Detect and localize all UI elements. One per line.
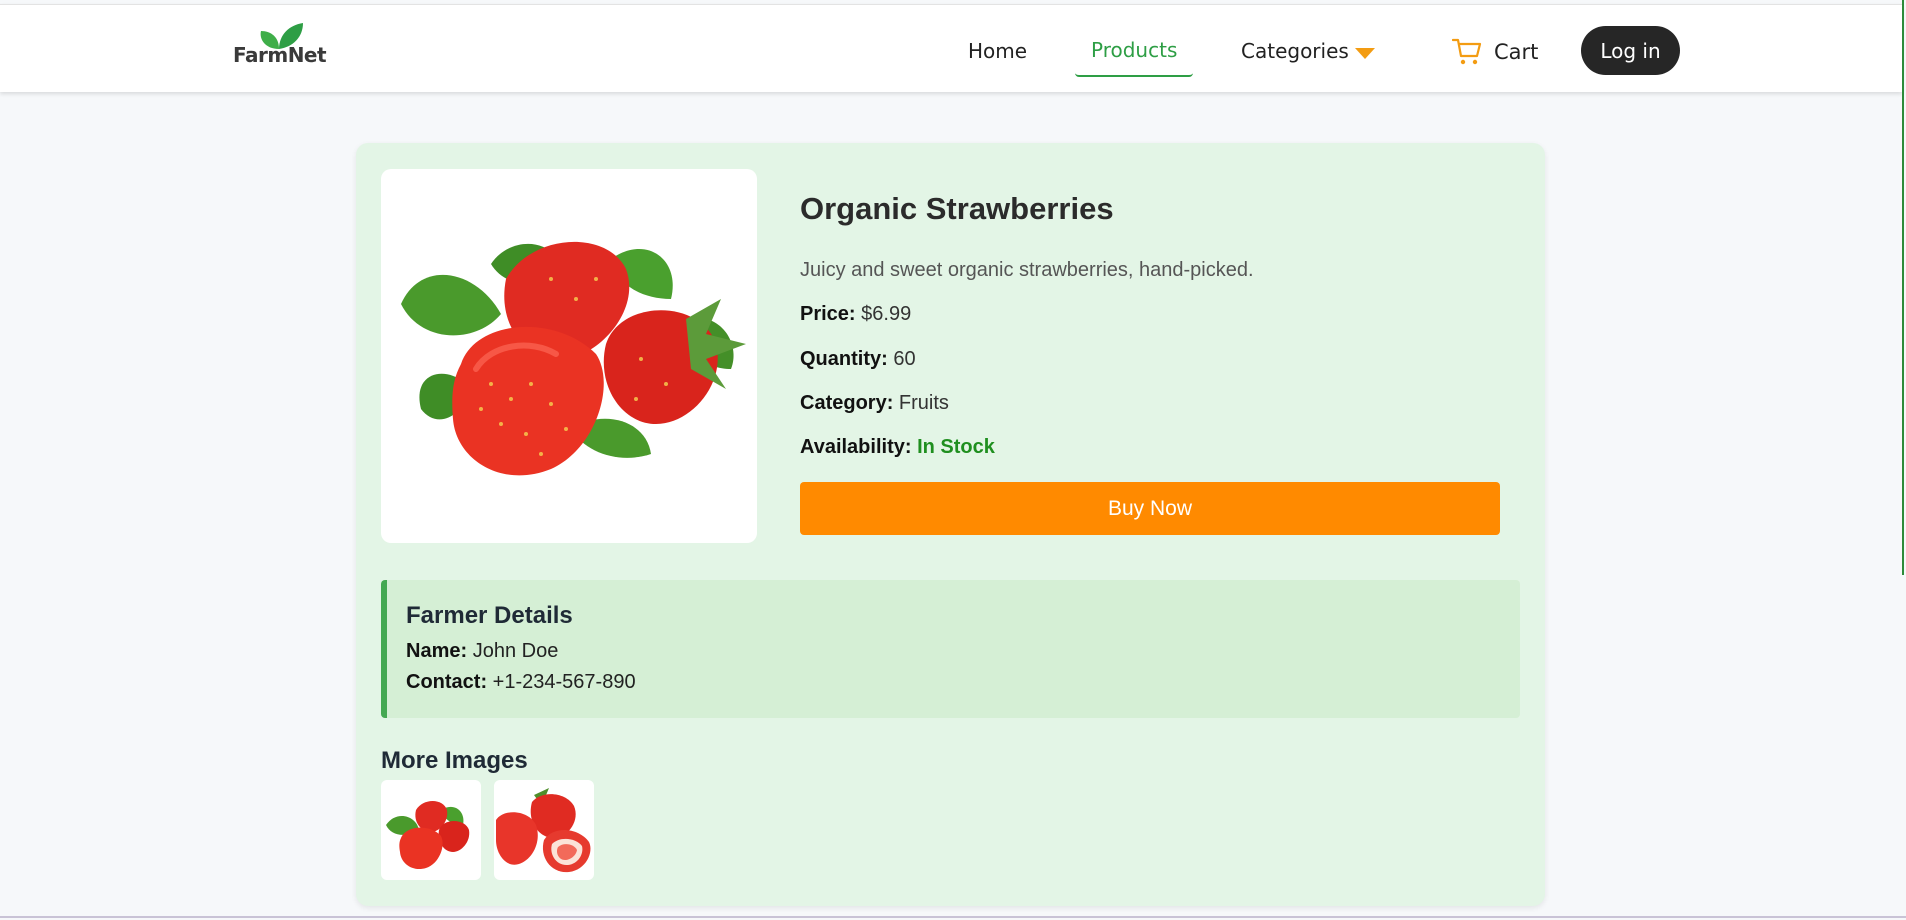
farmer-name-label: Name: xyxy=(406,640,468,662)
farmer-contact-row: Contact: +1-234-567-890 xyxy=(406,671,1520,694)
farmer-name-row: Name: John Doe xyxy=(406,640,1520,663)
farmer-contact: +1-234-567-890 xyxy=(492,671,636,693)
farmer-details: Farmer Details Name: John Doe Contact: +… xyxy=(381,580,1520,718)
farmnet-logo[interactable]: FarmNet xyxy=(233,23,327,69)
price-value: $6.99 xyxy=(861,303,912,325)
window-bottom-border xyxy=(0,916,1906,918)
nav-products[interactable]: Products xyxy=(1075,5,1194,77)
thumbnail-list xyxy=(381,780,594,880)
nav-home[interactable]: Home xyxy=(968,39,1027,63)
category-label: Category: xyxy=(800,392,894,414)
strawberries-thumb-image xyxy=(386,801,470,870)
buy-now-button[interactable]: Buy Now xyxy=(800,482,1500,535)
window-edge xyxy=(1902,0,1904,575)
cart-label: Cart xyxy=(1494,40,1539,64)
navbar: FarmNet Home Products Categories Cart Lo… xyxy=(0,4,1902,92)
product-main-image[interactable] xyxy=(381,169,757,543)
product-title: Organic Strawberries xyxy=(800,191,1114,226)
sliced-strawberries-image xyxy=(496,788,591,873)
login-button[interactable]: Log in xyxy=(1581,26,1680,75)
quantity-row: Quantity: 60 xyxy=(800,348,916,371)
quantity-label: Quantity: xyxy=(800,348,888,370)
availability-value: In Stock xyxy=(917,436,995,458)
farmer-contact-label: Contact: xyxy=(406,671,488,693)
logo-text: FarmNet xyxy=(233,43,327,67)
category-row: Category: Fruits xyxy=(800,392,949,415)
farmer-name: John Doe xyxy=(472,640,559,662)
price-label: Price: xyxy=(800,303,856,325)
farmer-heading: Farmer Details xyxy=(406,602,573,629)
more-images-heading: More Images xyxy=(381,747,528,774)
thumbnail-2[interactable] xyxy=(494,780,594,880)
strawberries-image xyxy=(401,241,746,476)
price-row: Price: $6.99 xyxy=(800,303,911,326)
thumbnail-1[interactable] xyxy=(381,780,481,880)
cart-link[interactable]: Cart xyxy=(1452,37,1538,67)
cart-icon xyxy=(1452,38,1482,65)
product-info: Organic Strawberries Juicy and sweet org… xyxy=(800,191,1500,458)
product-description: Juicy and sweet organic strawberries, ha… xyxy=(800,259,1254,281)
nav-categories[interactable]: Categories xyxy=(1241,39,1349,63)
quantity-value: 60 xyxy=(893,348,916,370)
availability-label: Availability: xyxy=(800,436,912,458)
category-value: Fruits xyxy=(898,392,949,414)
product-card: Organic Strawberries Juicy and sweet org… xyxy=(356,143,1545,906)
caret-down-icon[interactable] xyxy=(1355,48,1375,59)
availability-row: Availability: In Stock xyxy=(800,436,995,459)
